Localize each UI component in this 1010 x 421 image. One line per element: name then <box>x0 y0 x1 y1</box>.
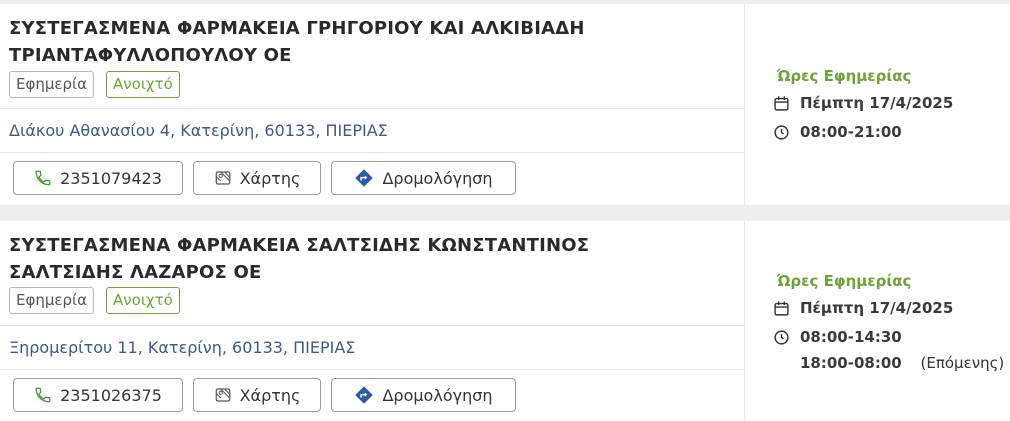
calendar-icon <box>773 95 790 112</box>
duty-hours-second: 18:00-08:00 <box>800 354 902 372</box>
pharmacy-name: ΣΥΣΤΕΓΑΣΜΕΝΑ ΦΑΡΜΑΚΕΙΑ ΣΑΛΤΣΙΔΗΣ ΚΩΝΣΤΑΝ… <box>9 235 590 283</box>
duty-hours-extra: 18:00-08:00 (Επόμενης) <box>800 354 1004 372</box>
pharmacy-info: ΣΥΣΤΕΓΑΣΜΕΝΑ ΦΑΡΜΑΚΕΙΑ ΓΡΗΓΟΡΙΟΥ ΚΑΙ ΑΛΚ… <box>0 4 745 205</box>
hours-title: Ώρες Εφημερίας <box>777 67 912 85</box>
call-button[interactable]: 2351079423 <box>13 161 183 195</box>
map-button[interactable]: Χάρτης <box>193 161 321 195</box>
directions-icon <box>354 168 374 188</box>
divider <box>0 325 744 326</box>
divider <box>0 108 744 109</box>
clock-icon <box>773 329 790 346</box>
duty-hours: 08:00-21:00 <box>773 123 902 141</box>
map-label: Χάρτης <box>239 385 301 405</box>
next-day-note: (Επόμενης) <box>920 354 1005 372</box>
directions-icon <box>354 385 374 405</box>
pharmacy-name: ΣΥΣΤΕΓΑΣΜΕΝΑ ΦΑΡΜΑΚΕΙΑ ΓΡΗΓΟΡΙΟΥ ΚΑΙ ΑΛΚ… <box>9 18 585 66</box>
hours-title: Ώρες Εφημερίας <box>777 272 912 290</box>
duty-date: Πέμπτη 17/4/2025 <box>773 299 953 317</box>
map-icon <box>214 169 232 187</box>
calendar-icon <box>773 300 790 317</box>
pharmacy-card: ΣΥΣΤΕΓΑΣΜΕΝΑ ΦΑΡΜΑΚΕΙΑ ΓΡΗΓΟΡΙΟΥ ΚΑΙ ΑΛΚ… <box>0 4 1010 205</box>
map-button[interactable]: Χάρτης <box>193 378 321 412</box>
address-link[interactable]: Ξηρομερίτου 11, Κατερίνη, 60133, ΠΙΕΡΙΑΣ <box>9 338 355 357</box>
map-icon <box>214 386 232 404</box>
route-button[interactable]: Δρομολόγηση <box>331 161 516 195</box>
divider <box>0 152 744 153</box>
duty-hours: 08:00-14:30 <box>773 328 902 346</box>
pharmacy-card: ΣΥΣΤΕΓΑΣΜΕΝΑ ΦΑΡΜΑΚΕΙΑ ΣΑΛΤΣΙΔΗΣ ΚΩΝΣΤΑΝ… <box>0 221 1010 421</box>
call-button[interactable]: 2351026375 <box>13 378 183 412</box>
status-badges: Εφημερία Ανοιχτό <box>9 71 180 98</box>
status-badges: Εφημερία Ανοιχτό <box>9 287 180 314</box>
route-label: Δρομολόγηση <box>382 168 493 188</box>
phone-number: 2351026375 <box>60 385 162 405</box>
phone-icon <box>34 169 52 187</box>
duty-badge: Εφημερία <box>9 71 95 98</box>
phone-number: 2351079423 <box>60 168 162 188</box>
clock-icon <box>773 124 790 141</box>
duty-hours-panel: Ώρες Εφημερίας Πέμπτη 17/4/2025 08:00-21… <box>745 4 1010 205</box>
duty-hours-panel: Ώρες Εφημερίας Πέμπτη 17/4/2025 08:00-14… <box>745 221 1010 421</box>
pharmacy-info: ΣΥΣΤΕΓΑΣΜΕΝΑ ΦΑΡΜΑΚΕΙΑ ΣΑΛΤΣΙΔΗΣ ΚΩΝΣΤΑΝ… <box>0 221 745 421</box>
divider <box>0 369 744 370</box>
action-buttons: 2351079423 Χάρτης Δρομολόγηση <box>13 161 516 195</box>
open-badge: Ανοιχτό <box>106 71 180 98</box>
phone-icon <box>34 386 52 404</box>
open-badge: Ανοιχτό <box>106 287 180 314</box>
address-link[interactable]: Διάκου Αθανασίου 4, Κατερίνη, 60133, ΠΙΕ… <box>9 121 388 140</box>
route-label: Δρομολόγηση <box>382 385 493 405</box>
duty-date: Πέμπτη 17/4/2025 <box>773 94 953 112</box>
route-button[interactable]: Δρομολόγηση <box>331 378 516 412</box>
map-label: Χάρτης <box>239 168 301 188</box>
action-buttons: 2351026375 Χάρτης Δρομολόγηση <box>13 378 516 412</box>
duty-badge: Εφημερία <box>9 287 95 314</box>
